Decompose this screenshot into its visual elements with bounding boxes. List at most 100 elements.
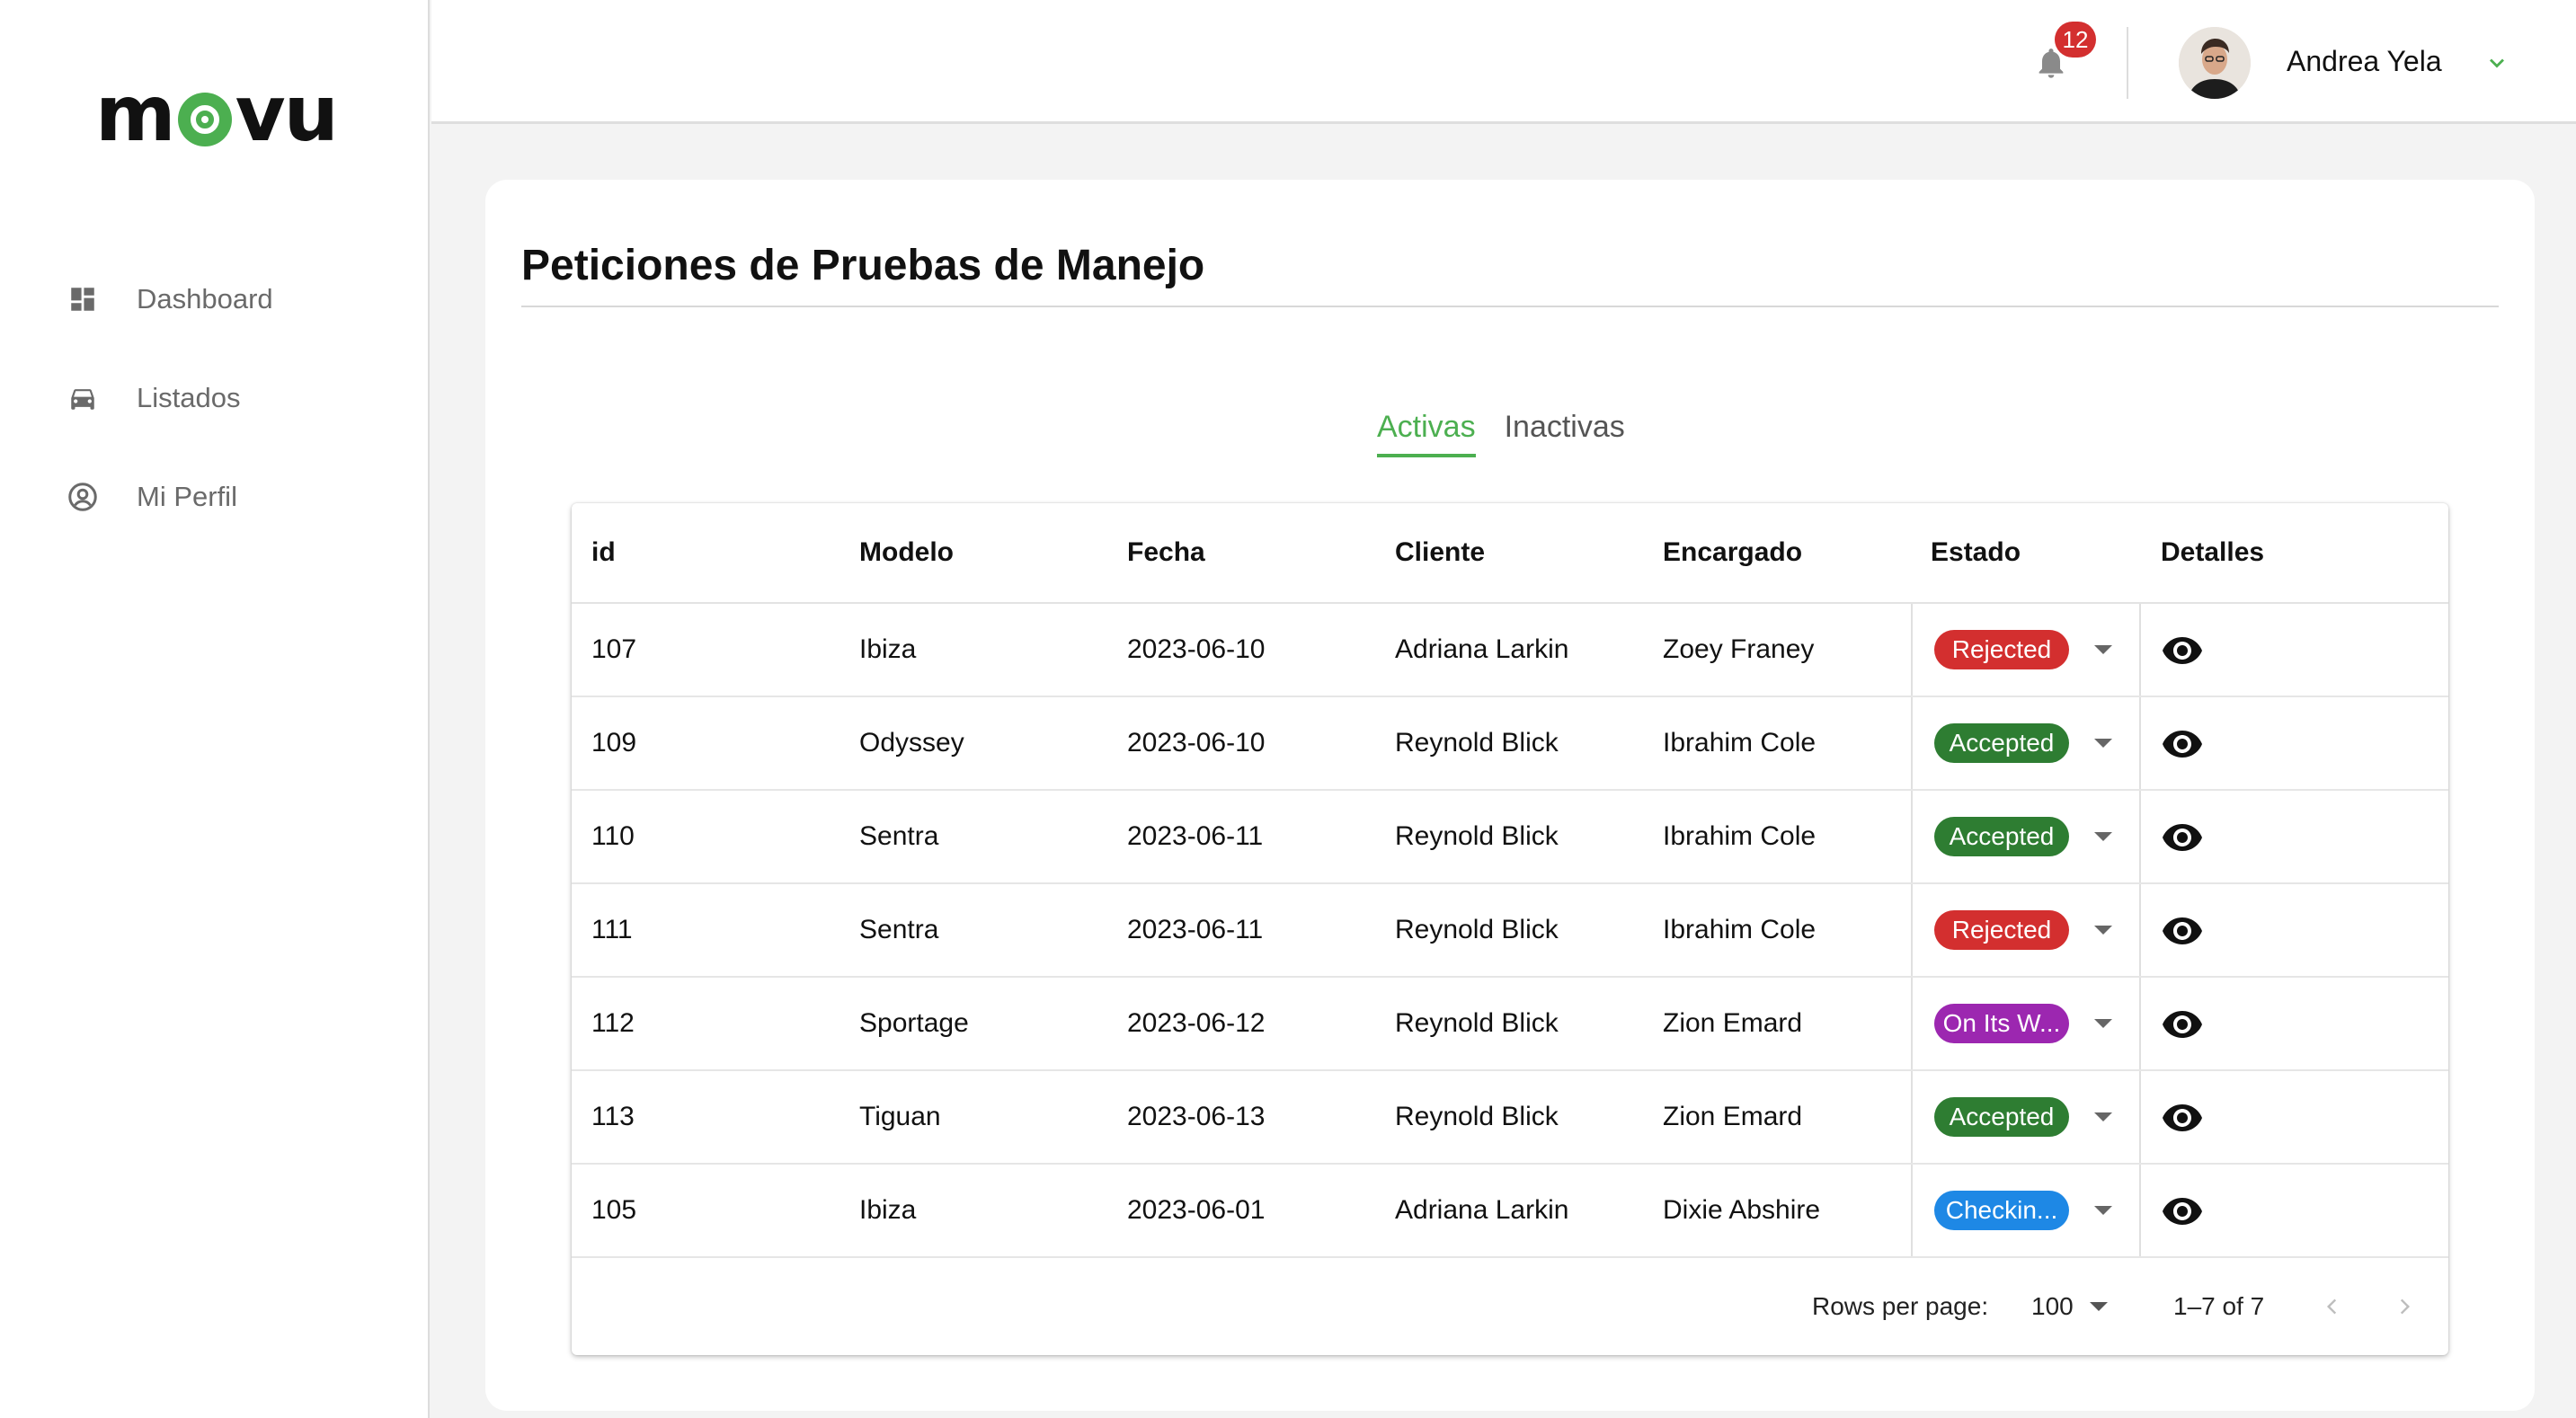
cell-encargado: Dixie Abshire (1663, 1195, 1821, 1225)
cell-estado: Accepted (1911, 791, 2141, 882)
column-header-id[interactable]: id (572, 503, 839, 602)
table-row: 107 Ibiza 2023-06-10 Adriana Larkin Zoey… (572, 604, 2448, 697)
cell-fecha: 2023-06-11 (1127, 915, 1264, 944)
table-header: id Modelo Fecha Cliente Encargado Estado… (572, 503, 2448, 604)
cell-cliente: Reynold Blick (1395, 915, 1559, 944)
cell-cliente: Reynold Blick (1395, 728, 1559, 758)
logo-m: m (95, 69, 176, 159)
caret-down-icon[interactable] (2094, 1206, 2112, 1215)
status-badge[interactable]: Rejected (1934, 910, 2069, 950)
cell-detalles (2141, 978, 2448, 1069)
cell-id: 109 (591, 728, 637, 758)
cell-estado: Accepted (1911, 697, 2141, 789)
user-avatar[interactable] (2179, 27, 2251, 99)
view-details-eye-icon[interactable] (2161, 635, 2204, 664)
top-header (431, 0, 2576, 124)
cell-detalles (2141, 604, 2448, 696)
cell-encargado: Ibrahim Cole (1663, 821, 1817, 851)
column-header-modelo[interactable]: Modelo (839, 503, 1107, 602)
sidebar-item-mi-perfil[interactable]: Mi Perfil (65, 448, 273, 546)
cell-detalles (2141, 1071, 2448, 1163)
movu-logo[interactable]: m vu (95, 69, 339, 159)
cell-cliente: Adriana Larkin (1395, 634, 1569, 664)
notifications-badge: 12 (2055, 22, 2096, 58)
chevron-down-icon[interactable] (2484, 50, 2509, 75)
caret-down-icon[interactable] (2094, 1112, 2112, 1121)
cell-cliente: Adriana Larkin (1395, 1195, 1569, 1225)
car-icon (65, 380, 101, 416)
cell-fecha: 2023-06-10 (1127, 634, 1266, 664)
sidebar-item-label: Dashboard (137, 283, 273, 315)
cell-id: 110 (591, 821, 635, 851)
sidebar: m vu Dashboard Listados Mi Perfil (0, 0, 430, 1418)
table-row: 111 Sentra 2023-06-11 Reynold Blick Ibra… (572, 884, 2448, 978)
cell-id: 111 (591, 915, 633, 944)
rows-per-page-select[interactable]: 100 (2031, 1292, 2108, 1321)
cell-fecha: 2023-06-11 (1127, 821, 1264, 851)
view-details-eye-icon[interactable] (2161, 1009, 2204, 1038)
view-details-eye-icon[interactable] (2161, 729, 2204, 758)
cell-id: 112 (591, 1008, 635, 1038)
status-badge[interactable]: Accepted (1934, 723, 2069, 763)
status-badge[interactable]: Accepted (1934, 1097, 2069, 1137)
cell-encargado: Ibrahim Cole (1663, 915, 1817, 944)
cell-modelo: Odyssey (859, 728, 964, 758)
sidebar-nav: Dashboard Listados Mi Perfil (65, 250, 273, 546)
cell-estado: On Its W... (1911, 978, 2141, 1069)
view-details-eye-icon[interactable] (2161, 1103, 2204, 1131)
cell-encargado: Ibrahim Cole (1663, 728, 1817, 758)
cell-detalles (2141, 697, 2448, 789)
cell-modelo: Ibiza (859, 1195, 917, 1225)
cell-estado: Rejected (1911, 884, 2141, 976)
logo-vu: vu (235, 69, 339, 159)
sidebar-item-dashboard[interactable]: Dashboard (65, 250, 273, 349)
page-title: Peticiones de Pruebas de Manejo (521, 242, 1205, 289)
wheel-icon (177, 93, 232, 146)
cell-detalles (2141, 884, 2448, 976)
sidebar-item-label: Listados (137, 382, 241, 413)
cell-modelo: Sentra (859, 915, 939, 944)
cell-estado: Rejected (1911, 604, 2141, 696)
previous-page-icon[interactable] (2321, 1293, 2344, 1320)
status-badge[interactable]: Accepted (1934, 817, 2069, 856)
title-divider (521, 306, 2499, 307)
view-details-eye-icon[interactable] (2161, 916, 2204, 944)
table-body: 107 Ibiza 2023-06-10 Adriana Larkin Zoey… (572, 604, 2448, 1258)
caret-down-icon[interactable] (2094, 1019, 2112, 1028)
view-details-eye-icon[interactable] (2161, 822, 2204, 851)
status-badge[interactable]: On Its W... (1934, 1004, 2069, 1043)
sidebar-item-listados[interactable]: Listados (65, 349, 273, 448)
cell-estado: Checkin... (1911, 1165, 2141, 1256)
cell-detalles (2141, 1165, 2448, 1256)
cell-encargado: Zion Emard (1663, 1102, 1803, 1131)
column-header-estado[interactable]: Estado (1911, 503, 2141, 602)
caret-down-icon[interactable] (2094, 832, 2112, 841)
status-badge[interactable]: Checkin... (1934, 1191, 2069, 1230)
caret-down-icon[interactable] (2094, 645, 2112, 654)
status-tabs: Activas Inactivas (1377, 410, 1654, 457)
status-badge[interactable]: Rejected (1934, 630, 2069, 669)
tab-activas[interactable]: Activas (1377, 410, 1476, 457)
table-row: 110 Sentra 2023-06-11 Reynold Blick Ibra… (572, 791, 2448, 884)
sidebar-item-label: Mi Perfil (137, 481, 237, 512)
cell-modelo: Ibiza (859, 634, 917, 664)
pagination-range: 1–7 of 7 (2173, 1292, 2265, 1320)
column-header-cliente[interactable]: Cliente (1375, 503, 1643, 602)
view-details-eye-icon[interactable] (2161, 1196, 2204, 1225)
account-circle-icon (65, 479, 101, 515)
cell-modelo: Tiguan (859, 1102, 941, 1131)
caret-down-icon[interactable] (2094, 739, 2112, 748)
cell-fecha: 2023-06-12 (1127, 1008, 1266, 1038)
next-page-icon[interactable] (2393, 1293, 2416, 1320)
cell-cliente: Reynold Blick (1395, 1008, 1559, 1038)
main-card: Peticiones de Pruebas de Manejo Activas … (485, 180, 2535, 1411)
caret-down-icon[interactable] (2094, 926, 2112, 935)
tab-inactivas[interactable]: Inactivas (1505, 410, 1625, 457)
column-header-fecha[interactable]: Fecha (1107, 503, 1375, 602)
column-header-detalles[interactable]: Detalles (2141, 503, 2448, 602)
cell-id: 105 (591, 1195, 637, 1225)
cell-encargado: Zion Emard (1663, 1008, 1803, 1038)
cell-estado: Accepted (1911, 1071, 2141, 1163)
user-name[interactable]: Andrea Yela (2287, 45, 2442, 78)
column-header-encargado[interactable]: Encargado (1643, 503, 1911, 602)
